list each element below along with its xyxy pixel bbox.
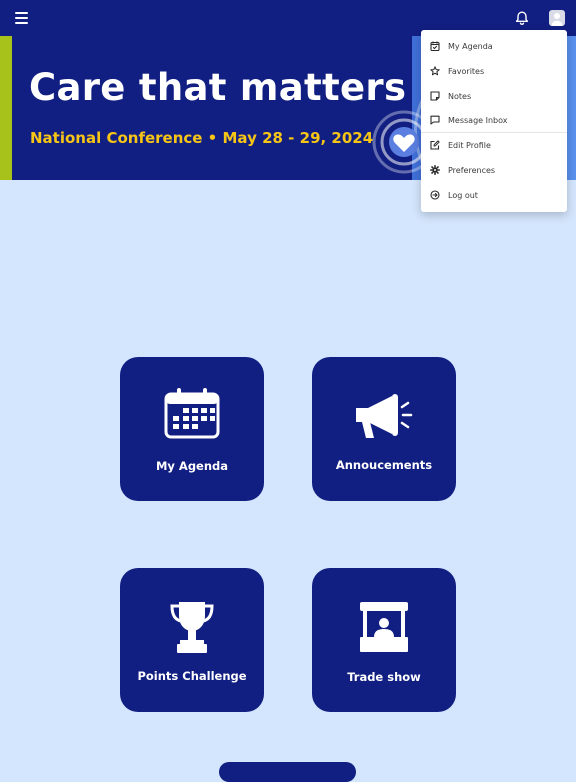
menu-item-label: Edit Profile [448,140,491,150]
menu-item-label: Favorites [448,66,485,76]
hero-subtitle: National Conference • May 28 - 29, 2024 [30,129,374,147]
booth-icon [360,602,408,652]
hero-accent-bar [0,36,12,180]
edit-icon [430,140,440,150]
user-avatar-icon[interactable] [549,10,565,26]
tile-label: My Agenda [155,459,229,473]
star-icon [430,66,440,76]
gear-icon [430,165,440,175]
calendar-check-icon [430,41,440,51]
menu-item-label: Preferences [448,165,496,175]
menu-item-favorites[interactable]: Favorites [421,59,567,83]
menu-item-label: Log out [448,190,478,200]
megaphone-icon [356,394,413,438]
tile-label: Trade show [347,670,421,684]
trophy-icon [170,602,214,653]
menu-item-message-inbox[interactable]: Message Inbox [421,108,567,132]
menu-item-notes[interactable]: Notes [421,84,567,108]
menu-item-log-out[interactable]: Log out [421,183,567,207]
menu-item-label: My Agenda [448,41,493,51]
calendar-icon [164,388,220,439]
menu-item-edit-profile[interactable]: Edit Profile [421,133,567,157]
hamburger-icon[interactable] [15,12,28,24]
tile-my-agenda[interactable]: My Agenda [120,357,264,501]
tile-partial[interactable] [219,762,356,782]
tile-label: Annoucements [335,458,433,472]
tile-label: Points Challenge [137,669,247,683]
bell-icon[interactable] [514,10,530,26]
hero-title: Care that matters [29,66,407,109]
menu-item-preferences[interactable]: Preferences [421,158,567,182]
note-icon [430,91,440,101]
menu-item-label: Notes [448,91,472,101]
menu-item-my-agenda[interactable]: My Agenda [421,34,567,58]
tile-announcements[interactable]: Annoucements [312,357,456,501]
logout-icon [430,190,440,200]
menu-item-label: Message Inbox [448,115,508,125]
tile-trade-show[interactable]: Trade show [312,568,456,712]
message-icon [430,115,440,125]
profile-menu: My Agenda Favorites Notes Message Inbox … [421,30,567,212]
tile-points-challenge[interactable]: Points Challenge [120,568,264,712]
